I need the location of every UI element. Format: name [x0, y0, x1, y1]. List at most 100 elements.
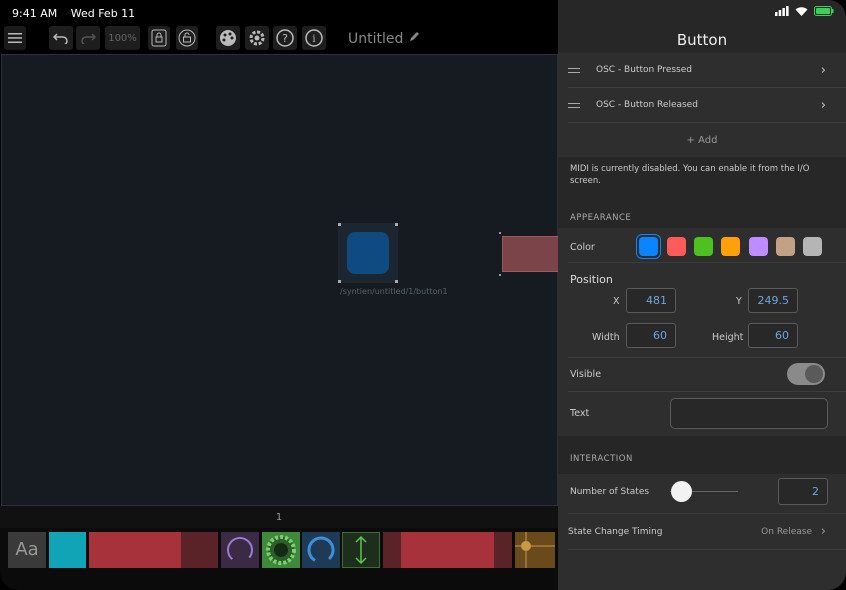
width-field[interactable]: 60 — [626, 323, 676, 348]
selected-swatch-ring — [636, 234, 661, 259]
chevron-right-icon: › — [820, 97, 826, 113]
status-date: Wed Feb 11 — [70, 7, 136, 20]
vertical-arrows-icon — [355, 535, 367, 565]
wifi-icon — [795, 7, 808, 16]
divider — [568, 357, 846, 358]
color-swatch[interactable] — [803, 237, 822, 256]
palette-encoder-widget[interactable] — [262, 532, 300, 568]
position-label: Position — [570, 273, 613, 286]
knob-icon — [227, 537, 253, 563]
color-swatch[interactable] — [721, 237, 740, 256]
palette-icon — [220, 30, 236, 46]
redo-icon — [81, 33, 96, 44]
states-label: Number of States — [570, 487, 650, 497]
drag-handle-icon[interactable] — [568, 100, 580, 111]
cellular-signal-icon — [775, 6, 789, 16]
add-message-button[interactable]: + Add — [558, 123, 846, 157]
palette-xy-pad-widget[interactable] — [515, 532, 555, 568]
width-label: Width — [592, 332, 620, 343]
osc-message-row[interactable]: OSC - Button Pressed › — [568, 53, 846, 88]
encoder-icon — [266, 535, 296, 565]
layout-canvas[interactable]: /syntien/untitled/1/button1 — [1, 54, 562, 506]
lock-button[interactable] — [148, 26, 170, 50]
info-button[interactable]: i — [302, 26, 326, 50]
palette-fader-widget[interactable] — [89, 532, 218, 568]
palette-knob-widget[interactable] — [221, 532, 259, 568]
info-icon: i — [305, 29, 323, 47]
lock-icon — [151, 29, 167, 47]
appearance-section-label: APPEARANCE — [570, 213, 632, 223]
status-bar-left: 9:41 AM Wed Feb 11 — [12, 7, 145, 20]
color-swatch[interactable] — [749, 237, 768, 256]
selected-button-widget[interactable] — [338, 223, 398, 283]
zoom-button[interactable]: 100% — [105, 26, 140, 50]
undo-icon — [53, 33, 68, 44]
svg-text:i: i — [312, 34, 315, 45]
y-field[interactable]: 249.5 — [748, 288, 798, 313]
divider — [568, 391, 846, 392]
help-button[interactable]: ? — [273, 26, 297, 50]
chevron-right-icon: › — [820, 62, 826, 78]
osc-message-label: OSC - Button Released — [596, 100, 698, 110]
timing-value: On Release — [761, 526, 812, 537]
states-slider-thumb[interactable] — [671, 481, 692, 502]
status-bar-right — [775, 6, 834, 16]
palette-button-widget[interactable] — [49, 532, 86, 568]
settings-button[interactable] — [245, 26, 269, 50]
palette-button[interactable] — [216, 26, 240, 50]
hamburger-icon — [8, 33, 22, 43]
button-widget-face[interactable] — [347, 232, 389, 274]
crosshair-icon — [515, 532, 555, 568]
height-field[interactable]: 60 — [748, 323, 798, 348]
divider — [568, 262, 846, 263]
color-swatch[interactable] — [776, 237, 795, 256]
color-swatch[interactable] — [694, 237, 713, 256]
radial-icon — [307, 536, 335, 564]
unlock-icon — [178, 29, 196, 47]
ipad-screen: 9:41 AM Wed Feb 11 100% ? i Untitled /sy… — [0, 0, 846, 590]
toolbar: 100% ? i Untitled — [0, 24, 558, 54]
palette-horizontal-fader-widget[interactable] — [383, 532, 512, 568]
midi-disabled-note: MIDI is currently disabled. You can enab… — [570, 164, 810, 186]
status-time: 9:41 AM — [12, 7, 58, 20]
page-number: 1 — [275, 511, 283, 523]
page-indicator[interactable]: 1 — [0, 506, 558, 528]
selection-handle[interactable] — [395, 223, 398, 226]
question-icon: ? — [276, 29, 294, 47]
text-label: Text — [570, 408, 590, 419]
fader-widget[interactable] — [502, 236, 562, 272]
selection-handle[interactable] — [499, 232, 501, 234]
states-field[interactable]: 2 — [778, 478, 828, 505]
unlock-button[interactable] — [176, 26, 198, 50]
pencil-icon — [409, 32, 419, 41]
palette-radial-widget[interactable] — [302, 532, 340, 568]
selection-handle[interactable] — [338, 280, 341, 283]
widget-palette: Aa — [0, 528, 558, 590]
battery-icon — [814, 6, 834, 16]
document-title[interactable]: Untitled — [348, 31, 420, 47]
osc-message-label: OSC - Button Pressed — [596, 65, 692, 75]
undo-button[interactable] — [49, 26, 73, 50]
gear-icon — [249, 30, 265, 46]
inspector-header: Button — [558, 0, 846, 53]
palette-text-widget[interactable]: Aa — [8, 532, 46, 568]
menu-button[interactable] — [4, 26, 26, 50]
text-input[interactable] — [670, 398, 828, 429]
state-change-timing-row[interactable]: State Change Timing On Release › — [568, 514, 846, 550]
document-title-text: Untitled — [348, 31, 404, 47]
osc-message-row[interactable]: OSC - Button Released › — [568, 88, 846, 123]
selection-handle[interactable] — [395, 280, 398, 283]
selection-handle[interactable] — [499, 274, 501, 276]
redo-button[interactable] — [76, 26, 100, 50]
color-label: Color — [570, 242, 595, 253]
selection-handle[interactable] — [338, 223, 341, 226]
x-field[interactable]: 481 — [626, 288, 676, 313]
color-swatch[interactable] — [667, 237, 686, 256]
visible-toggle[interactable] — [787, 363, 825, 385]
interaction-section-label: INTERACTION — [570, 454, 633, 464]
palette-stepper-widget[interactable] — [342, 532, 380, 568]
toggle-knob — [805, 365, 823, 383]
widget-address-label: /syntien/untitled/1/button1 — [340, 287, 448, 296]
drag-handle-icon[interactable] — [568, 65, 580, 76]
y-label: Y — [736, 296, 742, 307]
